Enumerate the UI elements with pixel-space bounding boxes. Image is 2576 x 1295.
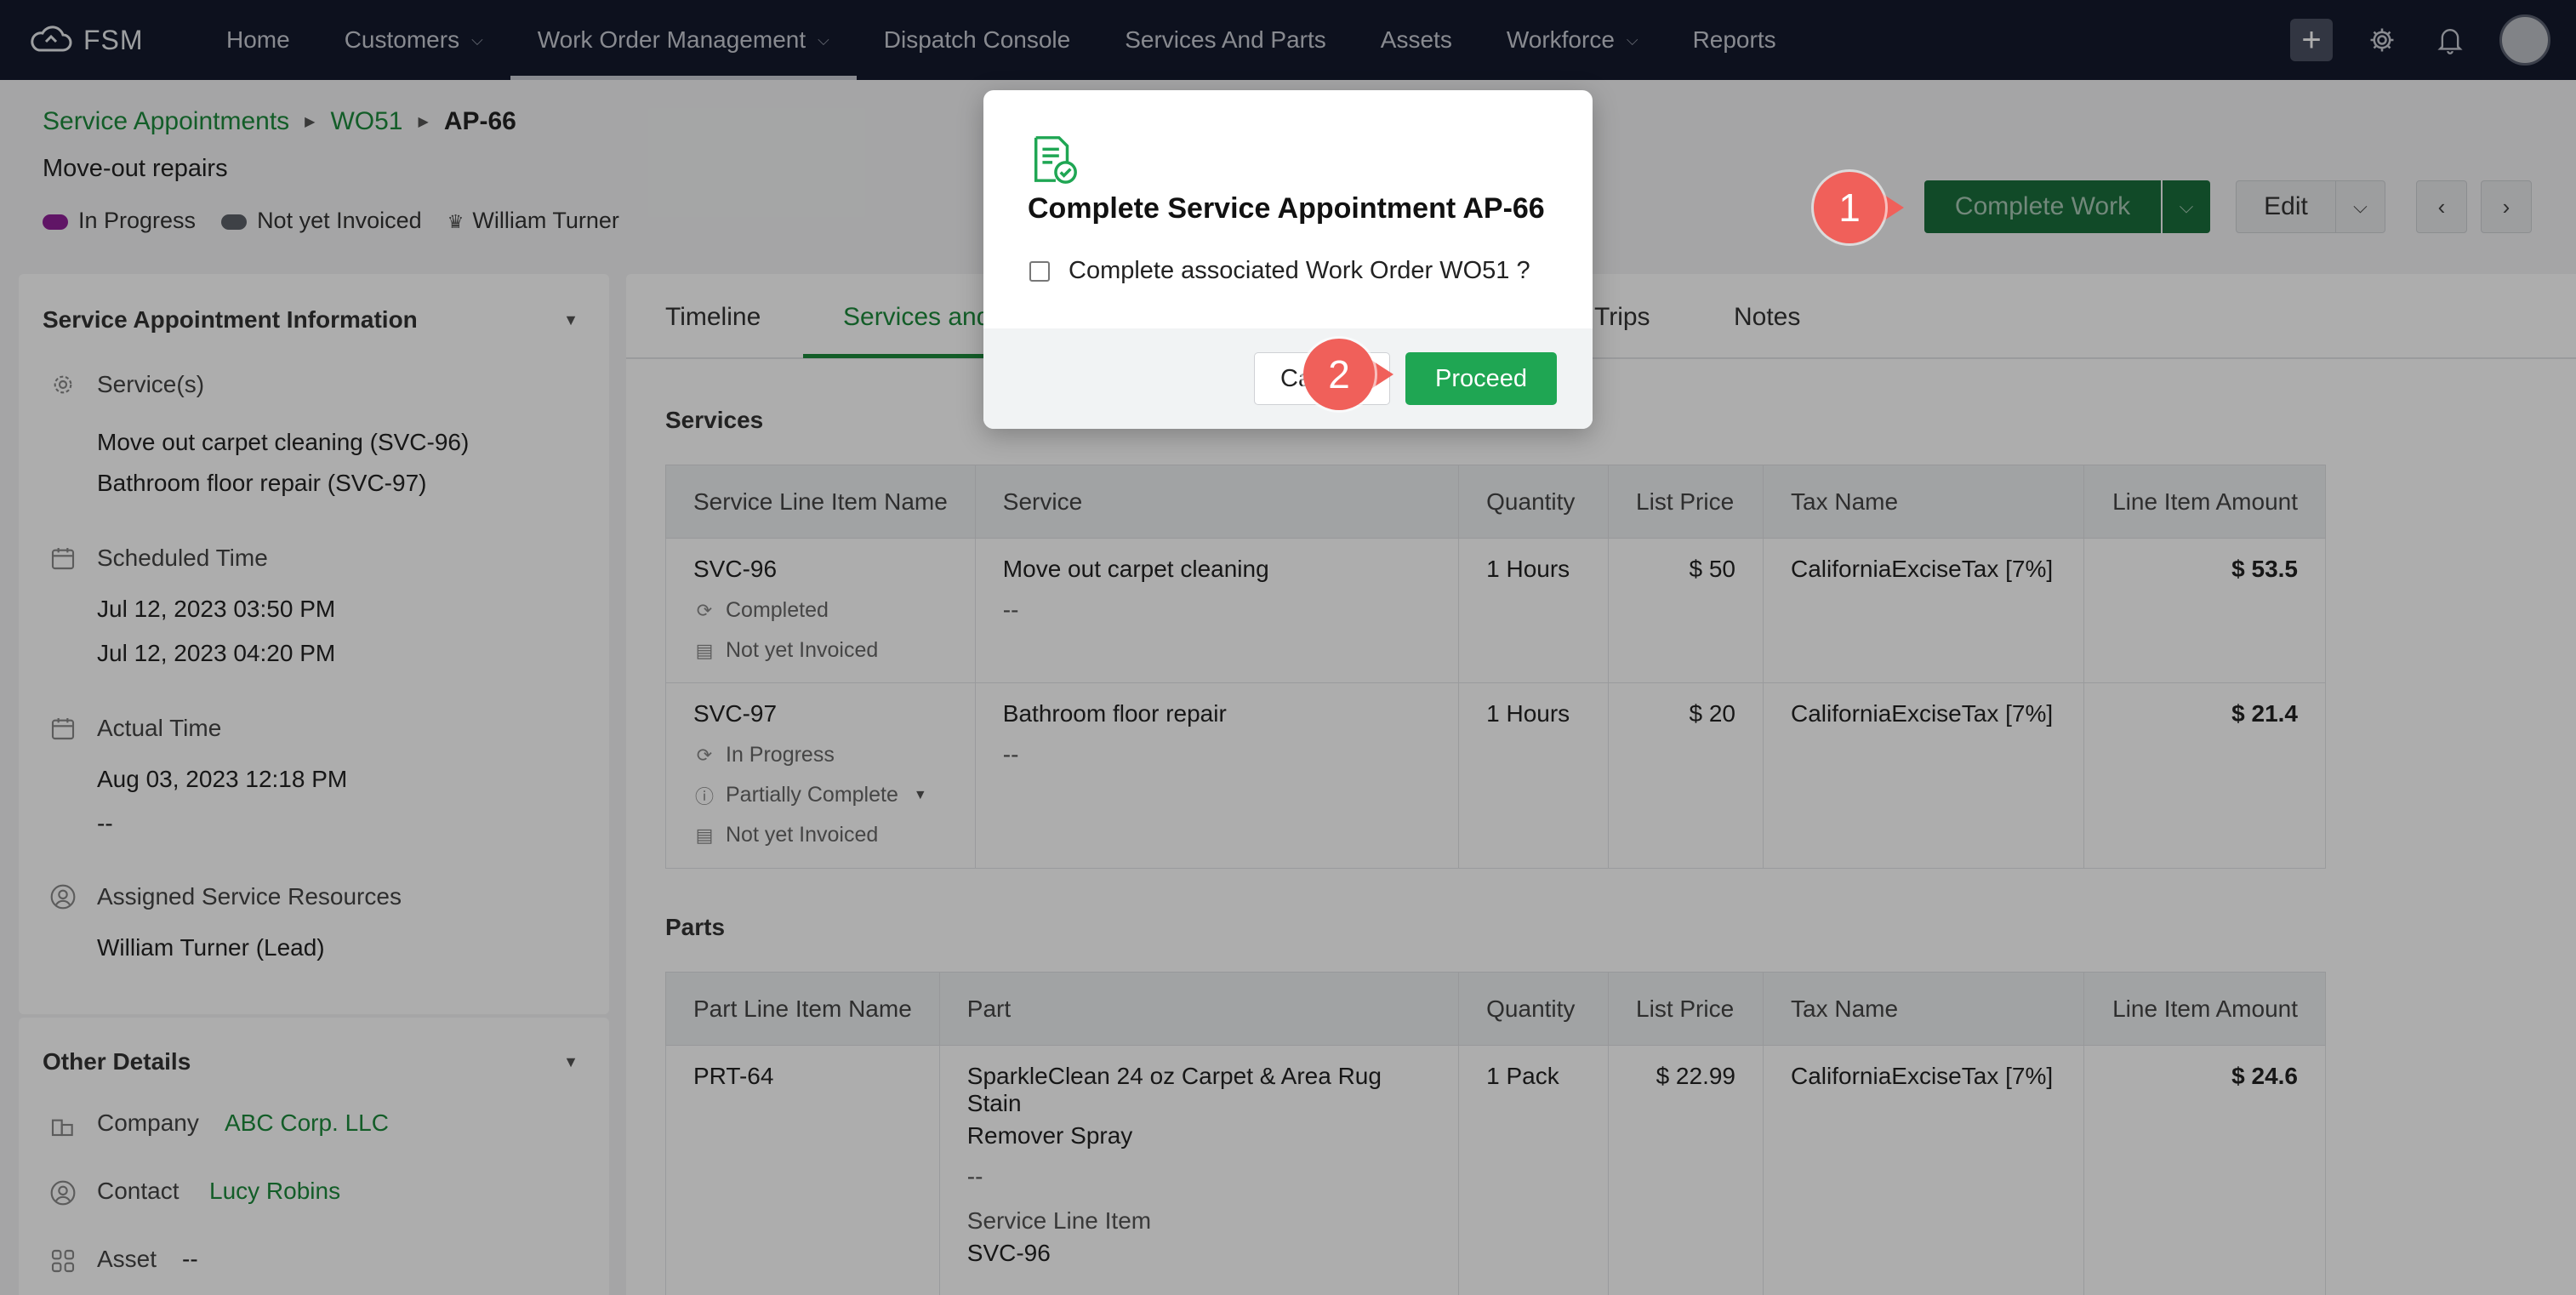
proceed-button[interactable]: Proceed — [1405, 352, 1557, 405]
complete-work-order-option[interactable]: Complete associated Work Order WO51 ? — [1029, 257, 1530, 285]
dialog-title: Complete Service Appointment AP-66 — [1028, 192, 1545, 225]
checkbox-label: Complete associated Work Order WO51 ? — [1069, 257, 1530, 284]
complete-appointment-dialog: Complete Service Appointment AP-66 Compl… — [983, 90, 1593, 429]
callout-number: 2 — [1303, 339, 1375, 410]
callout-step-2: 2 — [1303, 339, 1393, 410]
complete-work-order-checkbox[interactable] — [1029, 260, 1050, 282]
callout-step-1: 1 — [1814, 172, 1904, 243]
document-check-icon — [1034, 136, 1077, 184]
dialog-footer: Cancel Proceed — [983, 328, 1593, 429]
callout-number: 1 — [1814, 172, 1885, 243]
